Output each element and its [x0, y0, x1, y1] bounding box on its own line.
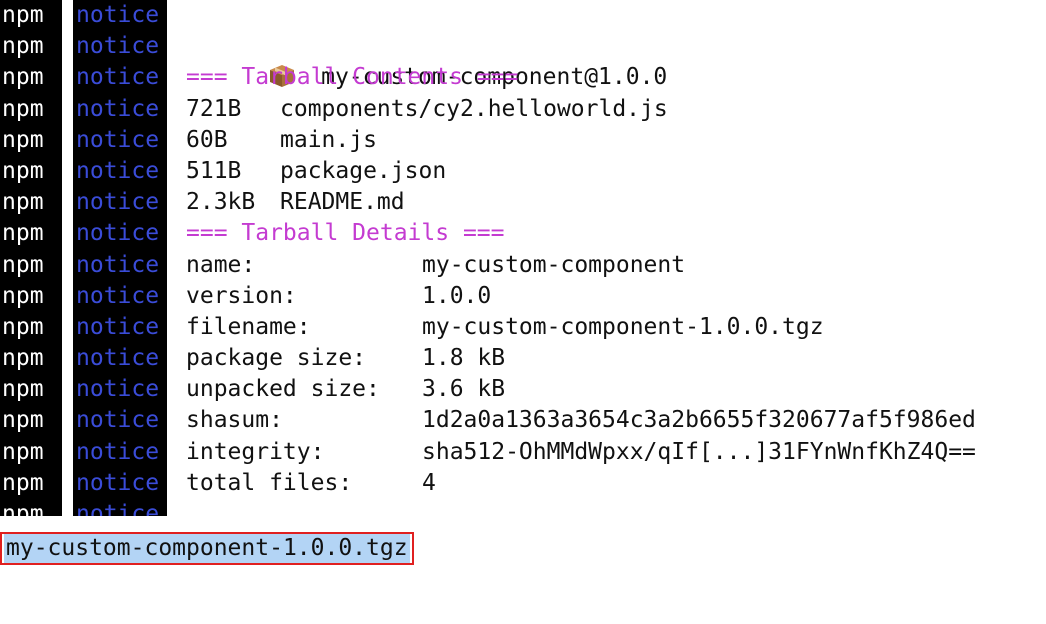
file-size: 721B — [186, 95, 242, 122]
detail-key: filename: — [186, 313, 311, 340]
notice-prefix: notice — [73, 499, 167, 516]
detail-row: npm notice package size: 1.8 kB — [0, 343, 1046, 375]
npm-prefix: npm — [0, 436, 62, 468]
notice-prefix: notice — [73, 31, 167, 63]
file-name: main.js — [280, 126, 377, 153]
npm-prefix: npm — [0, 405, 62, 437]
npm-prefix: npm — [0, 155, 62, 188]
notice-prefix: notice — [73, 343, 167, 375]
notice-prefix: notice — [73, 249, 167, 281]
notice-prefix: notice — [73, 0, 167, 32]
log-line: npm notice === Tarball Contents === — [0, 62, 1046, 94]
npm-prefix: npm — [0, 311, 62, 344]
notice-prefix: notice — [73, 405, 167, 437]
detail-value: my-custom-component-1.0.0.tgz — [422, 313, 824, 340]
npm-prefix: npm — [0, 93, 62, 125]
detail-key: integrity: — [186, 438, 325, 465]
detail-row: npm notice unpacked size: 3.6 kB — [0, 374, 1046, 406]
notice-prefix: notice — [73, 280, 167, 312]
npm-prefix: npm — [0, 31, 62, 63]
notice-prefix: notice — [73, 218, 167, 250]
npm-prefix: npm — [0, 467, 62, 499]
detail-row: npm notice integrity: sha512-OhMMdWpxx/qI… — [0, 436, 1046, 468]
npm-prefix: npm — [0, 0, 62, 32]
notice-prefix: notice — [73, 187, 167, 219]
npm-prefix: npm — [0, 187, 62, 219]
detail-value: 3.6 kB — [422, 376, 506, 403]
npm-prefix: npm — [0, 280, 62, 312]
contents-heading: === Tarball Contents === — [186, 64, 519, 91]
log-line: npm notice — [0, 0, 1046, 32]
file-size: 2.3kB — [186, 189, 256, 216]
detail-row: npm notice shasum: 1d2a0a1363a3654c3a2b66… — [0, 405, 1046, 437]
detail-value: 4 — [422, 469, 436, 496]
npm-prefix: npm — [0, 343, 62, 375]
log-line: npm notice === Tarball Details === — [0, 218, 1046, 250]
detail-key: version: — [186, 282, 297, 309]
log-line: npm notice my-custom-component@1.0.0 — [0, 31, 1046, 90]
file-name: package.json — [280, 157, 447, 184]
terminal-output: npm notice npm notice my-custom-componen… — [0, 0, 1046, 516]
detail-key: name: — [186, 251, 256, 278]
file-row: npm notice 721B components/cy2.helloworld… — [0, 93, 1046, 125]
notice-prefix: notice — [73, 93, 167, 125]
file-name: README.md — [280, 189, 405, 216]
file-size: 60B — [186, 126, 228, 153]
detail-key: shasum: — [186, 407, 283, 434]
npm-prefix: npm — [0, 499, 62, 516]
notice-prefix: notice — [73, 155, 167, 188]
npm-prefix: npm — [0, 374, 62, 406]
detail-value: my-custom-component — [422, 251, 686, 278]
detail-row: npm notice total files: 4 — [0, 467, 1046, 499]
file-row: npm notice 511B package.json — [0, 155, 1046, 188]
npm-prefix: npm — [0, 218, 62, 250]
file-row: npm notice 60B main.js — [0, 124, 1046, 156]
npm-prefix: npm — [0, 62, 62, 94]
tarball-filename[interactable]: my-custom-component-1.0.0.tgz — [4, 534, 410, 563]
npm-prefix: npm — [0, 249, 62, 281]
detail-value: 1.0.0 — [422, 282, 492, 309]
notice-prefix: notice — [73, 311, 167, 344]
detail-value: 1d2a0a1363a3654c3a2b6655f320677af5f986ed — [422, 407, 976, 434]
notice-prefix: notice — [73, 467, 167, 499]
details-heading: === Tarball Details === — [186, 220, 505, 247]
detail-key: total files: — [186, 469, 353, 496]
detail-value: 1.8 kB — [422, 345, 506, 372]
detail-key: unpacked size: — [186, 376, 380, 403]
log-line: npm notice — [0, 499, 1046, 516]
detail-row: npm notice version: 1.0.0 — [0, 280, 1046, 312]
notice-prefix: notice — [73, 374, 167, 406]
file-row: npm notice 2.3kB README.md — [0, 187, 1046, 219]
npm-prefix: npm — [0, 124, 62, 156]
notice-prefix: notice — [73, 62, 167, 94]
detail-key: package size: — [186, 345, 367, 372]
notice-prefix: notice — [73, 436, 167, 468]
detail-row: npm notice filename: my-custom-component-… — [0, 311, 1046, 344]
notice-prefix: notice — [73, 124, 167, 156]
tarball-output-highlight: my-custom-component-1.0.0.tgz — [0, 532, 414, 565]
file-size: 511B — [186, 157, 242, 184]
detail-value: sha512-OhMMdWpxx/qIf[...]31FYnWnfKhZ4Q== — [422, 438, 976, 465]
file-name: components/cy2.helloworld.js — [280, 95, 668, 122]
detail-row: npm notice name: my-custom-component — [0, 249, 1046, 281]
